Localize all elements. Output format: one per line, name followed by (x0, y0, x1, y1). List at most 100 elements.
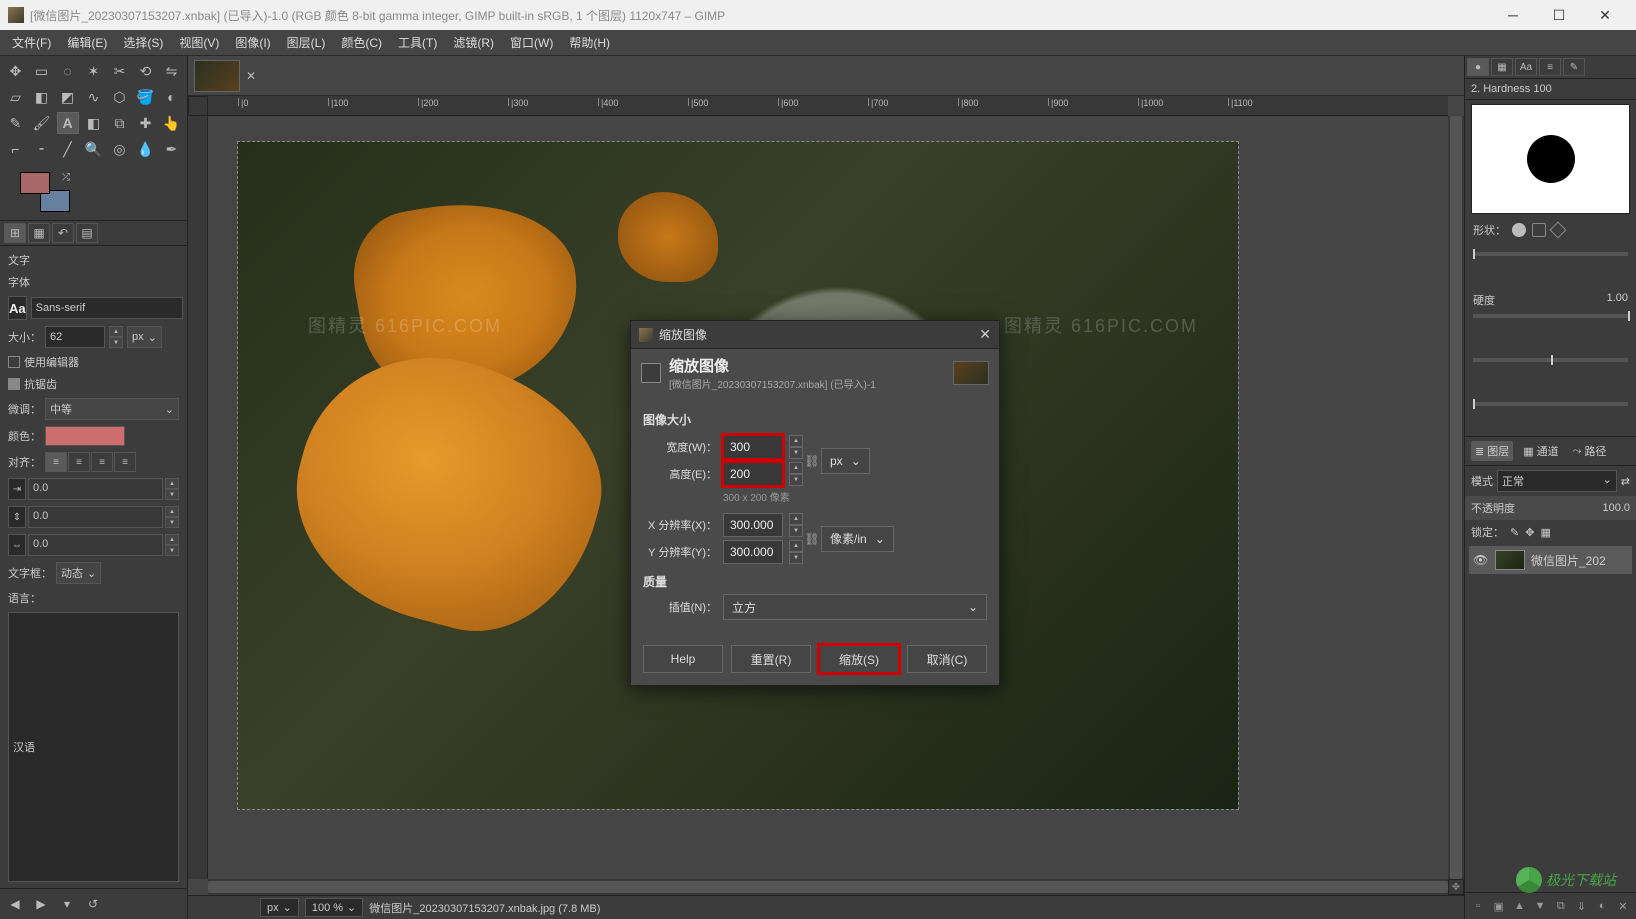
ruler-horizontal[interactable]: |0 |100 |200 |300 |400 |500 |600 |700 |8… (208, 96, 1448, 116)
width-down[interactable]: ▼ (789, 447, 803, 459)
justify-center[interactable]: ≡ (91, 452, 113, 472)
tool-free-select[interactable]: ◌ (57, 60, 79, 82)
box-select[interactable]: 动态⌄ (56, 562, 101, 584)
menu-file[interactable]: 文件(F) (4, 30, 59, 55)
xres-input[interactable] (723, 513, 783, 537)
aspect-slider[interactable] (1473, 358, 1628, 362)
tool-blur[interactable]: 💧 (135, 138, 157, 160)
navigation-button[interactable]: ✥ (1448, 879, 1464, 895)
menu-image[interactable]: 图像(I) (227, 30, 278, 55)
hinting-select[interactable]: 中等⌄ (45, 398, 179, 420)
dialog-titlebar[interactable]: 缩放图像 ✕ (631, 321, 999, 349)
tool-ink[interactable]: ✒ (161, 138, 183, 160)
menu-layer[interactable]: 图层(L) (279, 30, 334, 55)
use-editor-checkbox[interactable]: 使用编辑器 (8, 354, 179, 370)
image-tab[interactable]: ✕ (194, 60, 256, 92)
tool-measure[interactable]: ╱ (57, 138, 79, 160)
tab-history[interactable]: ≡ (1539, 58, 1561, 76)
res-unit-select[interactable]: 像素/in⌄ (821, 526, 894, 552)
hardness-slider[interactable] (1473, 314, 1628, 318)
tool-cage[interactable]: ⬡ (109, 86, 131, 108)
help-button[interactable]: Help (643, 645, 723, 673)
language-input[interactable] (8, 612, 179, 882)
tool-unified[interactable]: ◧ (31, 86, 53, 108)
tool-zoom[interactable]: 🔍 (83, 138, 105, 160)
lock-pixels-icon[interactable]: ✎ (1510, 526, 1519, 539)
image-tab-close-icon[interactable]: ✕ (246, 69, 256, 83)
size-unit-select[interactable]: px ⌄ (127, 326, 162, 348)
size-unit-select[interactable]: px⌄ (821, 448, 870, 474)
font-preview-icon[interactable]: Aa (8, 296, 27, 320)
duplicate-layer-icon[interactable]: ⧉ (1552, 897, 1570, 915)
font-input[interactable] (31, 297, 183, 319)
tool-warp[interactable]: ∿ (83, 86, 105, 108)
menu-windows[interactable]: 窗口(W) (502, 30, 561, 55)
tool-clone[interactable]: ⧉ (109, 112, 131, 134)
scale-button[interactable]: 缩放(S) (819, 645, 899, 673)
yres-input[interactable] (723, 540, 783, 564)
lock-position-icon[interactable]: ✥ (1525, 526, 1534, 539)
mask-layer-icon[interactable]: ◐ (1593, 897, 1611, 915)
height-down[interactable]: ▼ (789, 474, 803, 486)
scrollbar-vertical[interactable] (1448, 116, 1464, 879)
lock-alpha-icon[interactable]: ▦ (1540, 526, 1550, 539)
tool-handle[interactable]: ◩ (57, 86, 79, 108)
reset-button[interactable]: 重置(R) (731, 645, 811, 673)
merge-layer-icon[interactable]: ⇓ (1573, 897, 1591, 915)
opacity-value[interactable]: 100.0 (1602, 502, 1630, 514)
swap-colors-icon[interactable]: ⤮ (62, 172, 70, 183)
minimize-button[interactable]: ─ (1490, 0, 1536, 30)
delete-layer-icon[interactable]: ✕ (1614, 897, 1632, 915)
shape-diamond[interactable] (1550, 222, 1567, 239)
ruler-origin[interactable] (188, 96, 208, 116)
restore-options-icon[interactable]: ▶ (30, 893, 52, 915)
tool-text[interactable]: A (57, 112, 79, 134)
tab-channels[interactable]: ▦ 通道 (1519, 441, 1562, 461)
tool-pencil[interactable]: ✎ (5, 112, 27, 134)
tab-undo-history[interactable]: ↶ (52, 223, 74, 243)
mode-select[interactable]: 正常⌄ (1497, 470, 1617, 492)
layer-row[interactable]: 👁 微信图片_202 (1469, 546, 1632, 574)
text-color-swatch[interactable] (45, 426, 125, 446)
tool-heal[interactable]: ✚ (135, 112, 157, 134)
tab-paint-dynamics[interactable]: ✎ (1563, 58, 1585, 76)
tool-rotate[interactable]: ⟲ (135, 60, 157, 82)
tab-layers[interactable]: ≣ 图层 (1471, 441, 1513, 461)
size-down[interactable]: ▼ (109, 337, 123, 348)
justify-fill[interactable]: ≡ (114, 452, 136, 472)
menu-colors[interactable]: 颜色(C) (333, 30, 390, 55)
tab-device-status[interactable]: ▦ (28, 223, 50, 243)
indent-value[interactable]: 0.0 (28, 478, 163, 500)
menu-edit[interactable]: 编辑(E) (59, 30, 115, 55)
status-zoom-select[interactable]: 100 % ⌄ (305, 898, 363, 917)
menu-select[interactable]: 选择(S) (115, 30, 171, 55)
lower-layer-icon[interactable]: ▼ (1531, 897, 1549, 915)
tool-dodge[interactable]: ◎ (109, 138, 131, 160)
width-input[interactable] (723, 435, 783, 459)
mode-switch-icon[interactable]: ⇄ (1621, 475, 1630, 488)
close-button[interactable]: ✕ (1582, 0, 1628, 30)
menu-tools[interactable]: 工具(T) (390, 30, 445, 55)
height-up[interactable]: ▲ (789, 462, 803, 474)
tool-gradient[interactable]: ◐ (161, 86, 183, 108)
foreground-color[interactable] (20, 172, 50, 194)
size-input[interactable] (45, 326, 105, 348)
height-input[interactable] (723, 462, 783, 486)
width-up[interactable]: ▲ (789, 435, 803, 447)
tool-flip[interactable]: ⇋ (161, 60, 183, 82)
tab-tool-options[interactable]: ⊞ (4, 223, 26, 243)
shape-circle[interactable] (1512, 223, 1526, 237)
brush-preview[interactable] (1471, 104, 1630, 214)
radius-slider[interactable] (1473, 252, 1628, 256)
scrollbar-horizontal[interactable] (208, 879, 1448, 895)
size-up[interactable]: ▲ (109, 326, 123, 337)
new-group-icon[interactable]: ▣ (1490, 897, 1508, 915)
status-unit-select[interactable]: px ⌄ (260, 898, 299, 917)
save-options-icon[interactable]: ◀ (4, 893, 26, 915)
interpolation-select[interactable]: 立方⌄ (723, 594, 987, 620)
tool-path[interactable]: ⌐ (5, 138, 27, 160)
tab-images[interactable]: ▤ (76, 223, 98, 243)
tool-perspective[interactable]: ▱ (5, 86, 27, 108)
tool-fuzzy-select[interactable]: ✶ (83, 60, 105, 82)
tool-rect-select[interactable]: ▭ (31, 60, 53, 82)
